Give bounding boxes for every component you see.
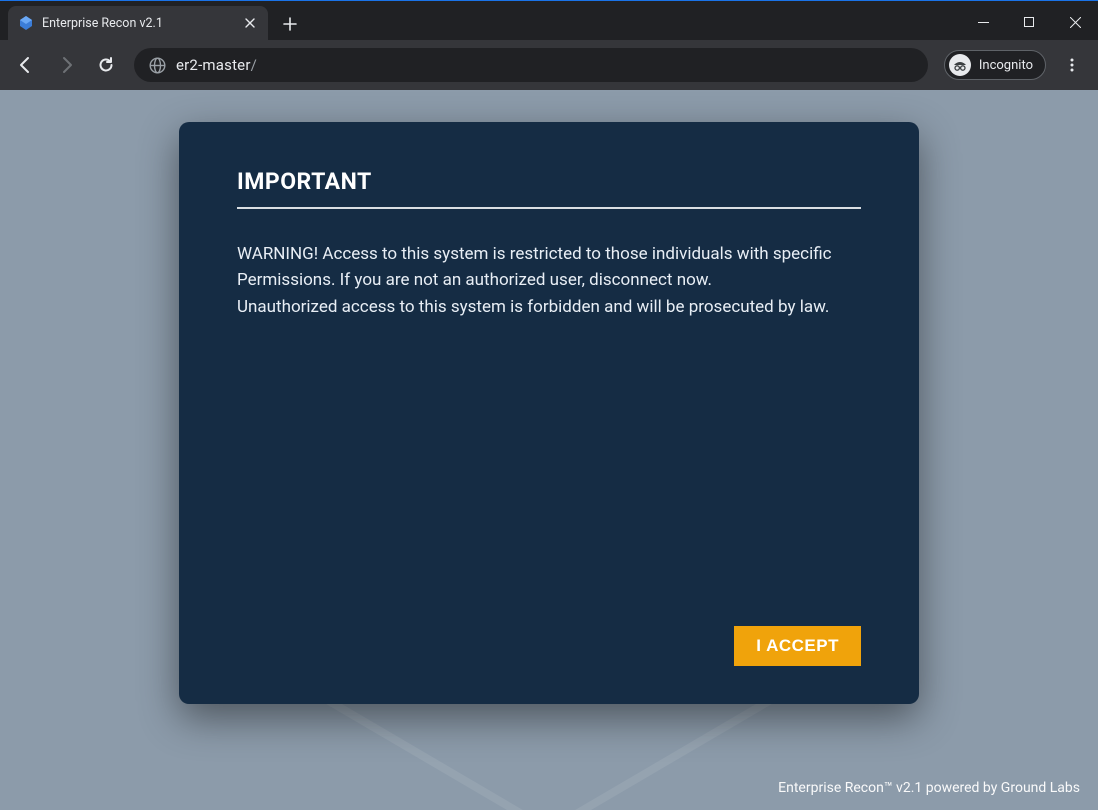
window-minimize-button[interactable] bbox=[960, 6, 1006, 38]
incognito-badge[interactable]: Incognito bbox=[944, 50, 1046, 80]
window-controls bbox=[960, 6, 1098, 40]
window-close-button[interactable] bbox=[1052, 6, 1098, 38]
incognito-label: Incognito bbox=[979, 58, 1033, 73]
browser-toolbar: er2-master/ Incognito bbox=[0, 40, 1098, 90]
browser-menu-button[interactable] bbox=[1054, 47, 1090, 83]
address-bar[interactable]: er2-master/ bbox=[134, 48, 928, 82]
site-info-icon[interactable] bbox=[148, 56, 166, 74]
tab-strip: Enterprise Recon v2.1 bbox=[0, 6, 304, 40]
accept-button[interactable]: I ACCEPT bbox=[734, 626, 861, 666]
page-footer-text: Enterprise Recon™ v2.1 powered by Ground… bbox=[778, 780, 1080, 796]
window-maximize-button[interactable] bbox=[1006, 6, 1052, 38]
new-tab-button[interactable] bbox=[276, 10, 304, 38]
dialog-footer: I ACCEPT bbox=[237, 626, 861, 666]
incognito-icon bbox=[949, 54, 971, 76]
nav-back-button[interactable] bbox=[8, 47, 44, 83]
warning-dialog: IMPORTANT WARNING! Access to this system… bbox=[179, 122, 919, 704]
tab-favicon-icon bbox=[18, 15, 34, 31]
dialog-body-text: WARNING! Access to this system is restri… bbox=[237, 241, 861, 626]
browser-tab[interactable]: Enterprise Recon v2.1 bbox=[8, 6, 268, 40]
nav-forward-button[interactable] bbox=[48, 47, 84, 83]
tab-title: Enterprise Recon v2.1 bbox=[42, 16, 234, 31]
page-content: IMPORTANT WARNING! Access to this system… bbox=[0, 90, 1098, 810]
url-host: er2-master bbox=[176, 56, 251, 74]
tab-close-button[interactable] bbox=[242, 15, 258, 31]
url-path: / bbox=[251, 56, 257, 74]
browser-titlebar: Enterprise Recon v2.1 bbox=[0, 0, 1098, 40]
nav-reload-button[interactable] bbox=[88, 47, 124, 83]
dialog-heading: IMPORTANT bbox=[237, 168, 861, 209]
url-text: er2-master/ bbox=[176, 56, 257, 74]
